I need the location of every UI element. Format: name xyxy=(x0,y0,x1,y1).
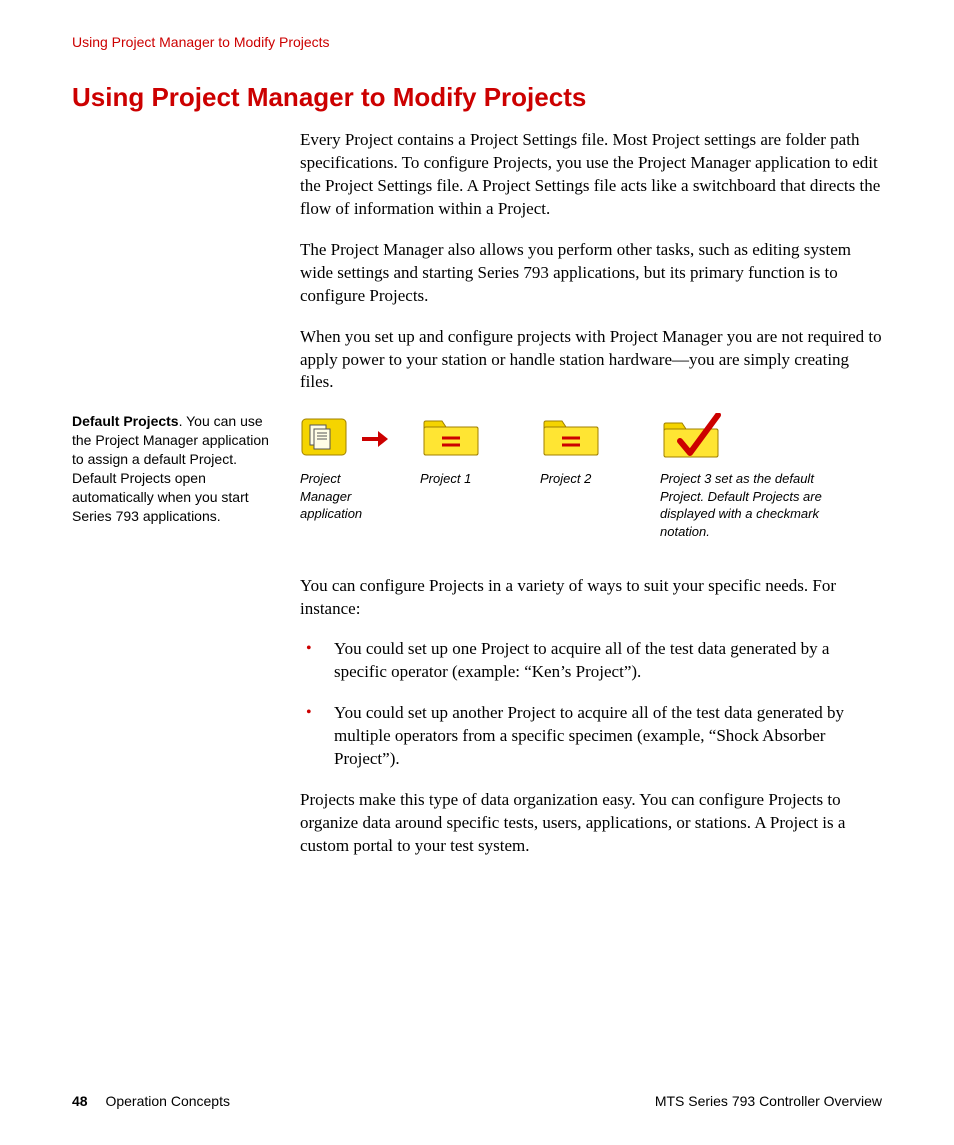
lead-in-block: You can configure Projects in a variety … xyxy=(300,575,882,858)
folder-equals-icon xyxy=(540,412,602,462)
project-manager-app-icon xyxy=(300,412,388,462)
intro-paragraph: The Project Manager also allows you perf… xyxy=(300,239,882,308)
page-heading: Using Project Manager to Modify Projects xyxy=(72,82,882,113)
footer-left: 48 Operation Concepts xyxy=(72,1093,230,1109)
bullet-list: You could set up one Project to acquire … xyxy=(300,638,882,771)
intro-paragraph: Every Project contains a Project Setting… xyxy=(300,129,882,221)
folder-checkmark-icon xyxy=(660,412,730,462)
closing-paragraph: Projects make this type of data organiza… xyxy=(300,789,882,858)
figure-caption: Project 1 xyxy=(420,470,512,488)
side-note-body: . You can use the Project Manager applic… xyxy=(72,413,269,523)
figure-caption: Project 2 xyxy=(540,470,632,488)
footer-section: Operation Concepts xyxy=(105,1093,230,1109)
side-note: Default Projects. You can use the Projec… xyxy=(72,412,280,525)
folder-equals-icon xyxy=(420,412,482,462)
figure-caption: Project Manager application xyxy=(300,470,392,523)
page: Using Project Manager to Modify Projects… xyxy=(0,0,954,1145)
intro-paragraph: When you set up and configure projects w… xyxy=(300,326,882,395)
lead-in-text: You can configure Projects in a variety … xyxy=(300,575,882,621)
footer-doc-title: MTS Series 793 Controller Overview xyxy=(655,1093,882,1109)
figure-item-project3-default: Project 3 set as the default Project. De… xyxy=(660,412,830,540)
figure-item-project2: Project 2 xyxy=(540,412,632,488)
figure-item-app: Project Manager application xyxy=(300,412,392,523)
list-item: You could set up one Project to acquire … xyxy=(300,638,882,684)
figure-section: Default Projects. You can use the Projec… xyxy=(72,412,882,540)
intro-block: Every Project contains a Project Setting… xyxy=(300,129,882,394)
side-note-title: Default Projects xyxy=(72,413,179,429)
figure-item-project1: Project 1 xyxy=(420,412,512,488)
figure-caption: Project 3 set as the default Project. De… xyxy=(660,470,830,540)
running-header: Using Project Manager to Modify Projects xyxy=(72,34,882,50)
page-number: 48 xyxy=(72,1093,88,1109)
page-footer: 48 Operation Concepts MTS Series 793 Con… xyxy=(72,1093,882,1109)
figure-row: Project Manager application Project 1 xyxy=(300,412,882,540)
list-item: You could set up another Project to acqu… xyxy=(300,702,882,771)
